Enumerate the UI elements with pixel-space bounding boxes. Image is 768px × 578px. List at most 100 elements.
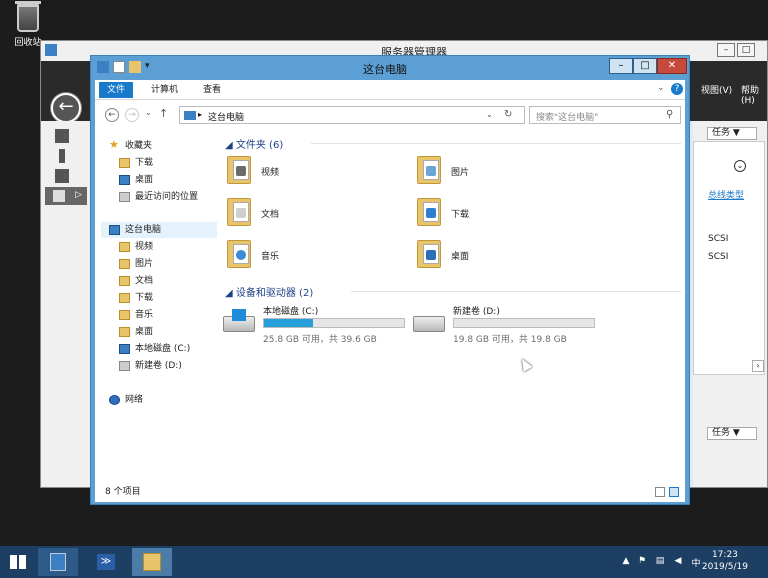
nav-pc-drive-d[interactable]: 新建卷 (D:) xyxy=(119,358,182,374)
address-bar[interactable]: ▸ 这台电脑 ⌄ ↻ xyxy=(179,106,525,124)
folder-desktop[interactable]: 桌面 xyxy=(411,236,591,274)
nav-fav-downloads-label: 下载 xyxy=(135,158,154,168)
downloads-folder-icon xyxy=(119,158,130,168)
dashboard-icon[interactable] xyxy=(55,129,69,143)
nav-pc-pictures[interactable]: 图片 xyxy=(119,256,153,272)
file-storage-nav-selected[interactable]: ▷ xyxy=(45,187,87,205)
local-server-icon[interactable] xyxy=(59,149,65,163)
nav-fav-downloads[interactable]: 下载 xyxy=(119,155,153,171)
folder-downloads-label: 下载 xyxy=(451,210,470,220)
nav-network[interactable]: 网络 xyxy=(109,392,143,408)
explorer-window: ▾ 这台电脑 – □ ✕ 文件 计算机 查看 ⌄ ? ← → ⌄ ↑ ▸ 这台电… xyxy=(90,55,690,505)
ribbon: 文件 计算机 查看 ⌄ ? xyxy=(95,80,685,100)
videos-folder-icon xyxy=(225,154,253,186)
folder-pictures-label: 图片 xyxy=(451,168,470,178)
clock-time: 17:23 xyxy=(711,550,738,560)
folder-pictures[interactable]: 图片 xyxy=(411,152,591,190)
taskbar-powershell[interactable]: ≫ xyxy=(86,548,126,576)
nav-pc-music[interactable]: 音乐 xyxy=(119,307,153,323)
tab-view[interactable]: 查看 xyxy=(195,82,229,98)
search-placeholder: 搜索"这台电脑" xyxy=(536,113,599,123)
recent-dropdown-icon[interactable]: ⌄ xyxy=(145,108,152,117)
nav-pc-drive-c[interactable]: 本地磁盘 (C:) xyxy=(119,341,190,357)
nav-fav-desktop[interactable]: 桌面 xyxy=(119,172,153,188)
nav-fav-recent[interactable]: 最近访问的位置 xyxy=(119,189,198,205)
large-icons-view-icon[interactable] xyxy=(669,487,679,497)
taskbar-server-manager[interactable] xyxy=(38,548,78,576)
windows-logo-icon xyxy=(232,309,246,321)
menu-view[interactable]: 视图(V) xyxy=(701,83,732,96)
folder-videos-label: 视频 xyxy=(261,168,280,178)
star-icon: ★ xyxy=(109,138,119,151)
volume-icon[interactable]: ◀ xyxy=(672,556,684,568)
tasks-dropdown-bottom[interactable]: 任务 ▼ xyxy=(707,427,757,440)
up-arrow-icon[interactable]: ↑ xyxy=(159,107,168,120)
item-count: 8 个项目 xyxy=(105,487,141,497)
nav-fav-recent-label: 最近访问的位置 xyxy=(135,192,199,202)
chevron-right-icon: ▷ xyxy=(75,190,82,200)
drives-group-header[interactable]: ◢ 设备和驱动器 (2) xyxy=(225,284,313,299)
folders-group-header[interactable]: ◢ 文件夹 (6) xyxy=(225,136,283,151)
back-arrow-icon[interactable]: ← xyxy=(51,93,81,123)
folder-music-label: 音乐 xyxy=(261,252,280,262)
network-tray-icon[interactable]: ▤ xyxy=(654,556,666,568)
details-view-icon[interactable] xyxy=(655,487,665,497)
drive-c-usage-bar xyxy=(263,318,405,328)
folder-music[interactable]: 音乐 xyxy=(221,236,401,274)
folder-videos[interactable]: 视频 xyxy=(221,152,401,190)
input-method-icon[interactable]: 中 xyxy=(690,556,702,569)
qat-dropdown-icon[interactable]: ▾ xyxy=(145,61,150,73)
clock[interactable]: 17:23 2019/5/19 xyxy=(702,549,748,573)
nav-pc-videos[interactable]: 视频 xyxy=(119,239,153,255)
nav-this-pc-label: 这台电脑 xyxy=(125,225,162,235)
menu-help[interactable]: 帮助(H) xyxy=(741,83,767,106)
explorer-title: 这台电脑 xyxy=(363,63,407,76)
desktop-icon xyxy=(119,175,130,185)
tasks-dropdown[interactable]: 任务 ▼ xyxy=(707,127,757,140)
nav-favorites[interactable]: ★ 收藏夹 xyxy=(109,138,152,154)
forward-button[interactable]: → xyxy=(125,108,139,122)
expand-chevron-icon[interactable]: ⌄ xyxy=(734,160,746,172)
folder-documents[interactable]: 文档 xyxy=(221,194,401,232)
recycle-bin-icon xyxy=(15,1,41,32)
quick-access-toolbar: ▾ xyxy=(97,61,150,73)
help-icon[interactable]: ? xyxy=(671,83,683,95)
maximize-button[interactable]: □ xyxy=(633,58,657,74)
nav-pc-desktop[interactable]: 桌面 xyxy=(119,324,153,340)
action-center-icon[interactable]: ⚑ xyxy=(636,556,648,568)
recent-places-icon xyxy=(119,192,130,202)
network-icon xyxy=(109,395,120,405)
nav-fav-desktop-label: 桌面 xyxy=(135,175,154,185)
back-button[interactable]: ← xyxy=(105,108,119,122)
properties-icon[interactable] xyxy=(113,61,125,73)
folder-documents-label: 文档 xyxy=(261,210,280,220)
tab-computer[interactable]: 计算机 xyxy=(143,82,186,98)
drive-c[interactable]: 本地磁盘 (C:) 25.8 GB 可用，共 39.6 GB xyxy=(221,304,411,346)
nav-pc-documents[interactable]: 文档 xyxy=(119,273,153,289)
nav-pc-downloads[interactable]: 下载 xyxy=(119,290,153,306)
search-input[interactable]: 搜索"这台电脑" ⚲ xyxy=(529,106,681,124)
tab-file[interactable]: 文件 xyxy=(99,82,134,98)
address-text: 这台电脑 xyxy=(208,113,245,123)
nav-this-pc[interactable]: 这台电脑 xyxy=(101,222,217,238)
clock-date: 2019/5/19 xyxy=(701,562,748,572)
start-button[interactable] xyxy=(4,548,32,576)
drive-icon xyxy=(413,316,445,332)
folder-downloads[interactable]: 下载 xyxy=(411,194,591,232)
ribbon-expand-icon[interactable]: ⌄ xyxy=(657,83,665,93)
all-servers-icon[interactable] xyxy=(55,169,69,183)
explorer-titlebar[interactable]: ▾ 这台电脑 – □ ✕ xyxy=(91,56,689,80)
drive-d[interactable]: 新建卷 (D:) 19.8 GB 可用，共 19.8 GB xyxy=(411,304,601,346)
server-manager-minimize-button[interactable]: – xyxy=(717,43,735,57)
bus-type-link[interactable]: 总线类型 xyxy=(708,188,744,201)
refresh-icon[interactable]: ↻ xyxy=(504,109,512,120)
server-manager-maximize-button[interactable]: □ xyxy=(737,43,755,57)
show-hidden-icons[interactable]: ▲ xyxy=(620,556,632,568)
close-button[interactable]: ✕ xyxy=(657,58,687,74)
scroll-right-icon[interactable]: › xyxy=(752,360,764,372)
videos-folder-icon xyxy=(119,242,130,252)
address-dropdown-icon[interactable]: ⌄ xyxy=(486,110,493,119)
taskbar-file-explorer[interactable] xyxy=(132,548,172,576)
new-folder-icon[interactable] xyxy=(129,61,141,73)
minimize-button[interactable]: – xyxy=(609,58,633,74)
